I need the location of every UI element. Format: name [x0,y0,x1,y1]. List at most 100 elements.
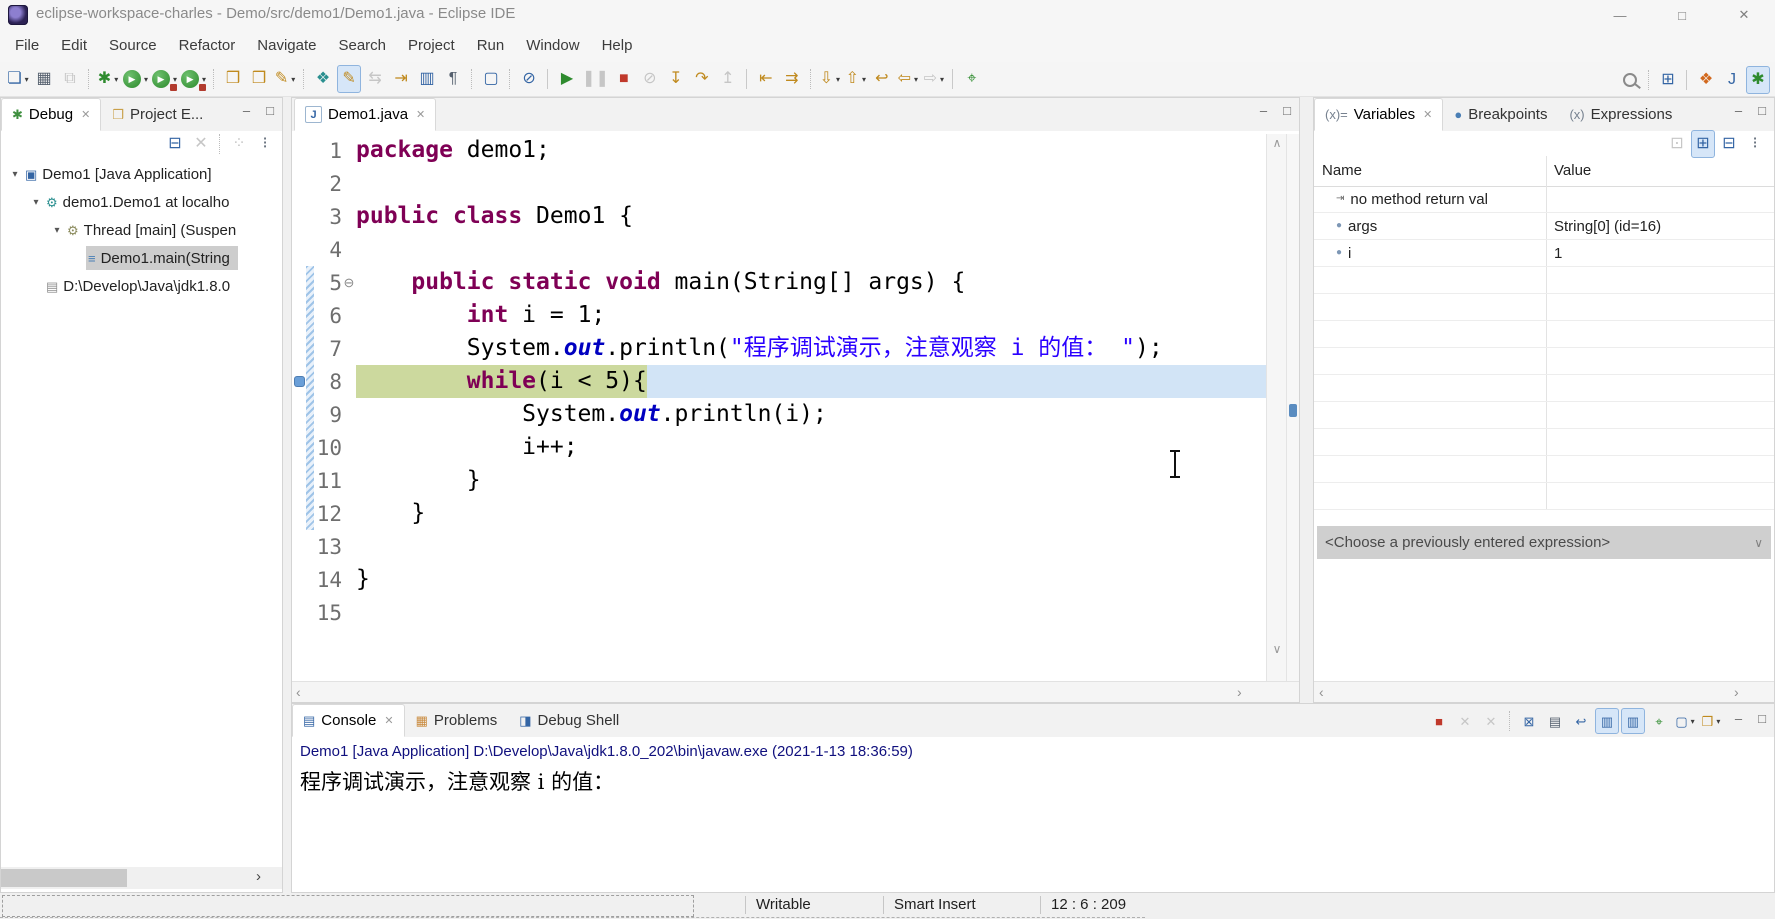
code-line[interactable]: 8 while(i < 5){ [292,365,1267,398]
variables-tab-expressions[interactable]: (x)Expressions [1558,98,1683,131]
search-icon[interactable] [1618,66,1642,94]
maximize-view-button[interactable]: □ [1758,104,1766,117]
scroll-right-arrow-icon[interactable]: › [1237,684,1242,700]
dropdown-arrow-icon[interactable]: ▾ [914,75,918,84]
code-line[interactable]: 4 [292,233,1267,266]
dropdown-arrow-icon[interactable]: ▾ [862,75,866,84]
variable-row[interactable]: ⇥no method return val [1314,186,1774,213]
next-change-icon[interactable]: ⇥ [389,65,413,93]
terminate-icon[interactable]: ■ [1427,708,1451,734]
display-console-icon[interactable]: ▢▾ [1673,708,1697,734]
console-tab-problems[interactable]: ▦Problems [405,704,509,737]
view-menu-icon[interactable]: ⁝ [253,130,277,158]
scroll-left-arrow-icon[interactable]: ‹ [296,684,301,700]
pin-console-icon[interactable]: ⌖ [1647,708,1671,734]
scroll-right-arrow-icon[interactable]: › [256,868,261,885]
editor-horizontal-scrollbar[interactable]: ‹ › [292,681,1299,702]
terminate-icon[interactable]: ■ [612,65,636,93]
gutter[interactable] [292,563,306,596]
debug-tab-project-e[interactable]: ❒Project E... [101,98,214,131]
scroll-down-arrow-icon[interactable]: ∨ [1267,642,1287,656]
menu-window[interactable]: Window [515,30,590,62]
debug-tree-item[interactable]: ▾⚙demo1.Demo1 at localho [1,188,282,216]
show-stdout-when-changed-icon[interactable]: ▥ [1595,708,1619,734]
minimize-view-button[interactable]: – [1735,104,1742,117]
debug-perspective-icon[interactable]: ✱ [1746,66,1770,94]
menu-file[interactable]: File [4,30,50,62]
menu-search[interactable]: Search [327,30,397,62]
remove-launch-icon[interactable]: ✕ [1453,708,1477,734]
dropdown-arrow-icon[interactable]: ▾ [940,75,944,84]
scrollbar-thumb[interactable] [1,869,127,887]
gutter[interactable] [292,332,306,365]
gutter[interactable] [292,398,306,431]
editor-vertical-scrollbar[interactable]: ∧ ∨ [1266,134,1287,682]
previous-annotation-icon[interactable]: ⇧▾ [844,65,868,93]
open-folder-icon[interactable]: ❒ [221,65,245,93]
minimize-view-button[interactable]: – [1260,104,1267,117]
code-line[interactable]: 14} [292,563,1267,596]
minimize-view-button[interactable]: – [1735,712,1742,725]
use-step-filters-icon[interactable]: ⇉ [780,65,804,93]
gutter[interactable] [292,530,306,563]
code-line[interactable]: 12 } [292,497,1267,530]
step-over-icon[interactable]: ↷ [690,65,714,93]
debug-tab-debug[interactable]: ✱Debug✕ [1,98,101,131]
menu-help[interactable]: Help [591,30,644,62]
code-editor[interactable]: 1package demo1;23public class Demo1 {45⊖… [292,134,1267,682]
maximize-view-button[interactable]: □ [1758,712,1766,725]
highlighter-pen-icon[interactable]: ✎▾ [273,65,297,93]
menu-refactor[interactable]: Refactor [168,30,247,62]
code-line[interactable]: 13 [292,530,1267,563]
code-line[interactable]: 5⊖ public static void main(String[] args… [292,266,1267,299]
code-line[interactable]: 11 } [292,464,1267,497]
dropdown-arrow-icon[interactable]: ▾ [202,75,206,84]
dropdown-arrow-icon[interactable]: ▾ [1691,717,1695,726]
show-view-icon[interactable]: ▥ [415,65,439,93]
expression-dropdown[interactable]: <Choose a previously entered expression>… [1317,526,1771,559]
new-wizard-icon[interactable]: ❏▾ [6,65,30,93]
overview-ruler[interactable] [1286,134,1299,682]
remove-terminated-icon[interactable]: ✕ [189,130,213,158]
word-wrap-icon[interactable]: ↩ [1569,708,1593,734]
debug-tree-item[interactable]: ▾▣Demo1 [Java Application] [1,160,282,188]
debug-launch-icon[interactable]: ✱▾ [96,65,120,93]
maximize-view-button[interactable]: □ [1283,104,1291,117]
display-view-icon[interactable]: ▢ [479,65,503,93]
coverage-icon[interactable]: ▶▾ [151,65,178,93]
expander-icon[interactable]: ▾ [49,225,65,236]
menu-navigate[interactable]: Navigate [246,30,327,62]
pilcrow-icon[interactable]: ¶ [441,65,465,93]
console-tab-console[interactable]: ▤Console✕ [292,704,405,737]
dropdown-arrow-icon[interactable]: ▾ [836,75,840,84]
open-perspective-icon[interactable]: ⊞ [1656,66,1680,94]
collapse-all-icon[interactable]: ⊟ [1717,130,1741,158]
disconnect-icon[interactable]: ⊘ [638,65,662,93]
gutter[interactable] [292,134,306,167]
variables-horizontal-scrollbar[interactable]: ‹ › [1314,681,1774,702]
gutter[interactable] [292,200,306,233]
minimize-button[interactable]: — [1589,0,1651,30]
show-type-names-icon[interactable]: ⊡ [1665,130,1689,158]
profile-icon[interactable]: ▶▾ [180,65,207,93]
pen-slash-icon[interactable]: ⊘ [517,65,541,93]
variables-tab-variables[interactable]: (x)=Variables✕ [1314,98,1443,131]
menu-source[interactable]: Source [98,30,168,62]
show-stderr-when-changed-icon[interactable]: ▥ [1621,708,1645,734]
dropdown-arrow-icon[interactable]: ▾ [173,75,177,84]
view-menu-icon[interactable]: ⁝ [1743,130,1767,158]
maximize-button[interactable]: □ [1651,0,1713,30]
chevron-down-icon[interactable]: ∨ [1754,536,1763,550]
thread-grouping-icon[interactable]: ⁘ [227,130,251,158]
step-return-icon[interactable]: ↥ [716,65,740,93]
pause-icon[interactable]: ❚❚ [581,65,610,93]
dropdown-arrow-icon[interactable]: ▾ [114,75,118,84]
editor-tab-demo1-java[interactable]: J Demo1.java ✕ [294,98,436,131]
resume-icon[interactable]: ▶ [555,65,579,93]
code-line[interactable]: 15 [292,596,1267,629]
java-browsing-perspective-icon[interactable]: ❖ [1694,66,1718,94]
close-icon[interactable]: ✕ [1423,108,1432,121]
close-icon[interactable]: ✕ [416,108,425,121]
java-perspective-icon[interactable]: J [1720,66,1744,94]
variables-tab-breakpoints[interactable]: ●Breakpoints [1443,98,1558,131]
